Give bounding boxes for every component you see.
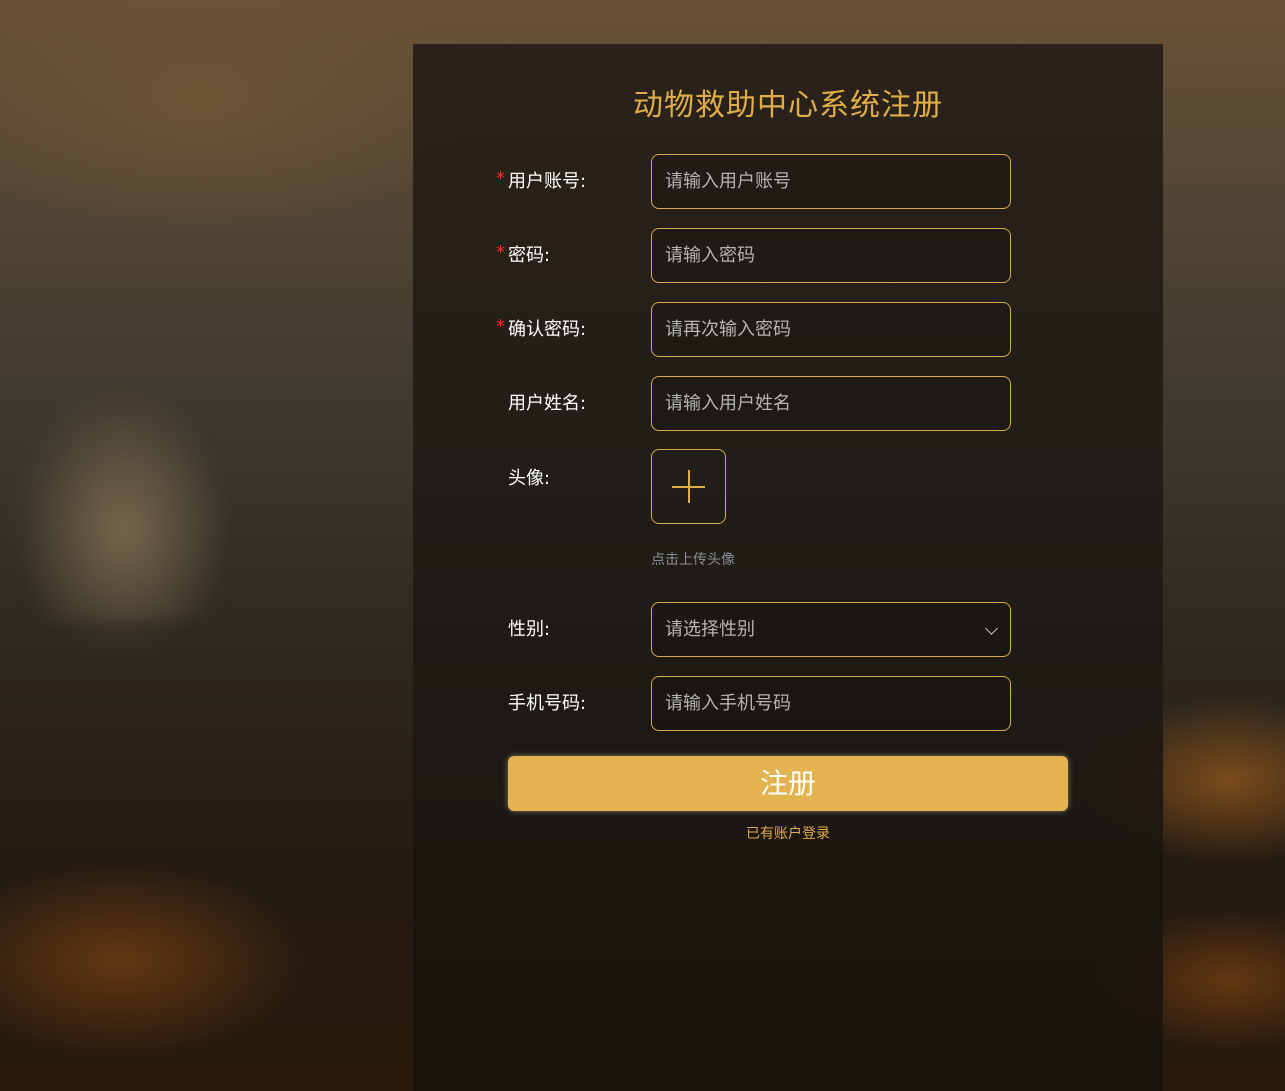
- upload-hint: 点击上传头像: [651, 552, 735, 568]
- required-mark: *: [496, 168, 505, 189]
- register-button[interactable]: 注册: [508, 756, 1068, 811]
- required-mark: *: [496, 242, 505, 263]
- gender-select-value: 请选择性别: [665, 619, 755, 640]
- background-dome: [30, 400, 220, 620]
- phone-label: 手机号码:: [508, 693, 587, 714]
- plus-icon: [688, 470, 690, 503]
- required-mark: *: [496, 316, 505, 337]
- register-panel: 动物救助中心系统注册 * 用户账号: 请输入用户账号 * 密码: 请输入密码 *…: [413, 44, 1163, 1091]
- password-label: 密码:: [508, 245, 551, 266]
- name-input[interactable]: 请输入用户姓名: [651, 376, 1011, 431]
- account-input[interactable]: 请输入用户账号: [651, 154, 1011, 209]
- avatar-label: 头像:: [508, 468, 551, 489]
- confirm-password-input[interactable]: 请再次输入密码: [651, 302, 1011, 357]
- gender-select[interactable]: 请选择性别: [651, 602, 1011, 657]
- name-label: 用户姓名:: [508, 393, 587, 414]
- account-row: * 用户账号: 请输入用户账号: [413, 154, 1163, 209]
- page-title: 动物救助中心系统注册: [633, 88, 943, 123]
- password-input[interactable]: 请输入密码: [651, 228, 1011, 283]
- chevron-down-icon: [985, 622, 998, 635]
- phone-input[interactable]: 请输入手机号码: [651, 676, 1011, 731]
- avatar-upload-button[interactable]: [651, 449, 726, 524]
- name-row: 用户姓名: 请输入用户姓名: [413, 376, 1163, 431]
- confirm-password-row: * 确认密码: 请再次输入密码: [413, 302, 1163, 357]
- account-label: 用户账号:: [508, 171, 587, 192]
- gender-row: 性别: 请选择性别: [413, 602, 1163, 657]
- login-link[interactable]: 已有账户登录: [413, 823, 1163, 843]
- phone-row: 手机号码: 请输入手机号码: [413, 676, 1163, 731]
- password-row: * 密码: 请输入密码: [413, 228, 1163, 283]
- gender-label: 性别:: [508, 619, 551, 640]
- confirm-password-label: 确认密码:: [508, 319, 587, 340]
